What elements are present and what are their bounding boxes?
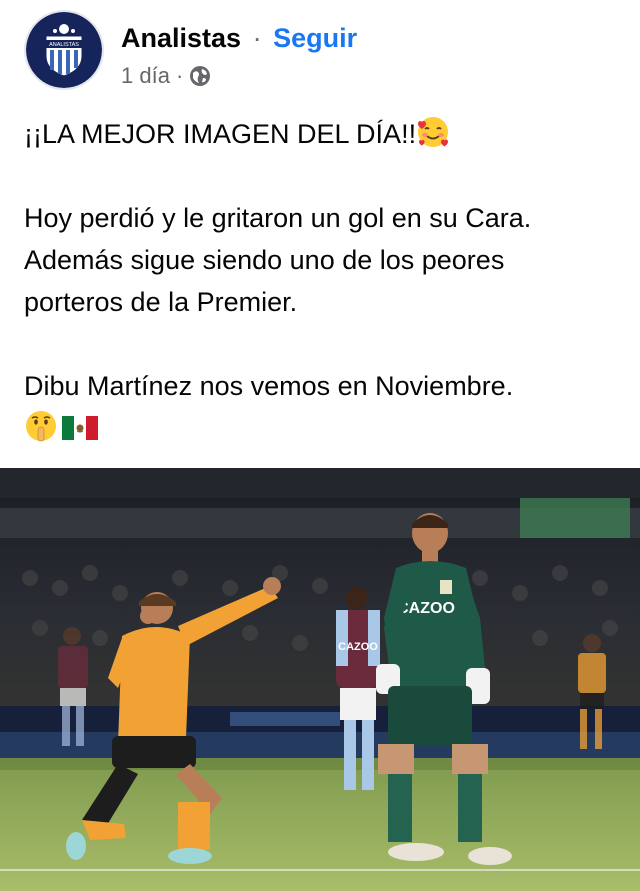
- football-match-photo-icon: CAZOO CAZOO: [0, 468, 640, 891]
- mexico-flag-icon: [62, 410, 98, 440]
- avatar-wordmark: ANALISTAS: [49, 42, 79, 48]
- shushing-face-icon: [24, 409, 58, 443]
- post-header: ANALISTAS Analistas · Seguir 1 día ·: [24, 10, 624, 94]
- page-avatar[interactable]: ANALISTAS: [24, 10, 104, 90]
- post-text: ¡¡LA MEJOR IMAGEN DEL DÍA!! Hoy perdió y…: [24, 113, 624, 449]
- post-emoji-line: [24, 407, 624, 449]
- author-name[interactable]: Analistas: [121, 23, 241, 53]
- smiling-face-with-hearts-icon: [416, 115, 450, 149]
- author-line: Analistas · Seguir: [121, 21, 357, 55]
- villa-sponsor-text: CAZOO: [338, 641, 378, 653]
- post-timestamp[interactable]: 1 día: [121, 62, 170, 90]
- globe-icon[interactable]: [189, 65, 211, 87]
- post-paragraph-line: Hoy perdió y le gritaron un gol en su Ca…: [24, 203, 532, 233]
- post-photo[interactable]: CAZOO CAZOO: [0, 468, 640, 891]
- header-separator: ·: [252, 23, 262, 53]
- post-headline: ¡¡LA MEJOR IMAGEN DEL DÍA!!: [24, 119, 417, 149]
- post-meta: 1 día ·: [121, 62, 211, 90]
- post-paragraph-line: porteros de la Premier.: [24, 287, 298, 317]
- post-headline-line: ¡¡LA MEJOR IMAGEN DEL DÍA!!: [24, 113, 624, 155]
- shield-logo-icon: ANALISTAS: [26, 12, 102, 88]
- post-paragraph-line: Además sigue siendo uno de los peores: [24, 245, 505, 275]
- follow-button[interactable]: Seguir: [273, 23, 357, 53]
- post-closing-line: Dibu Martínez nos vemos en Noviembre.: [24, 371, 514, 401]
- meta-separator: ·: [175, 63, 184, 88]
